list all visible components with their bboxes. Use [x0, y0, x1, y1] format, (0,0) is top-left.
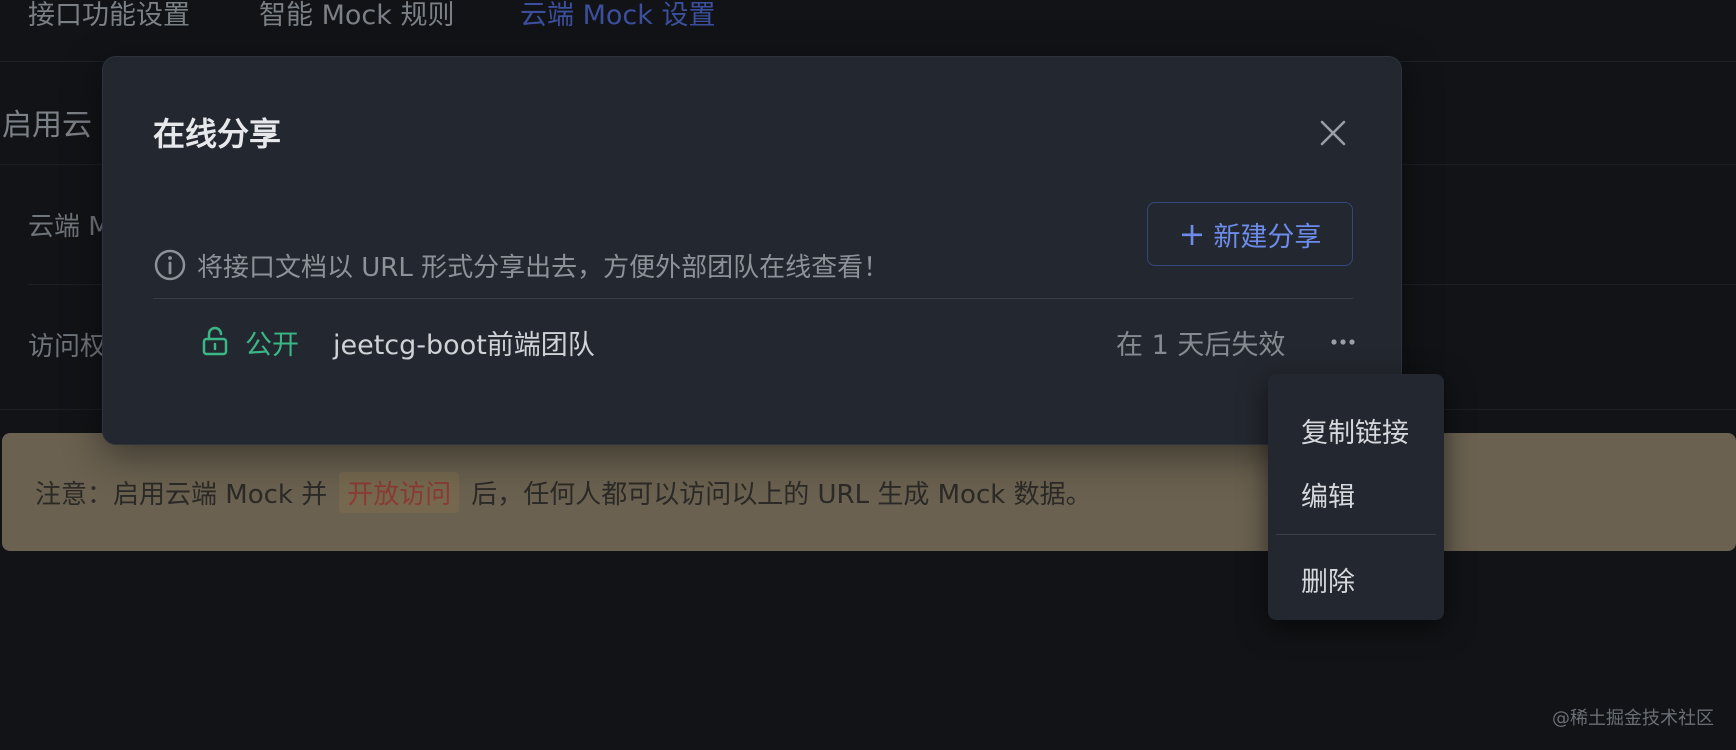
share-list-item: 公开 jeetcg-boot前端团队 在 1 天后失效 [153, 305, 1355, 377]
close-button[interactable] [1313, 113, 1353, 153]
notice-prefix: 注意：启用云端 Mock 并 [35, 479, 328, 510]
notice-suffix: 后，任何人都可以访问以上的 URL 生成 Mock 数据。 [471, 479, 1092, 510]
new-share-button[interactable]: + 新建分享 [1147, 202, 1353, 266]
more-actions-menu: 复制链接 编辑 删除 [1268, 374, 1444, 620]
notice-banner: 注意：启用云端 Mock 并 开放访问 后，任何人都可以访问以上的 URL 生成… [2, 433, 1736, 551]
menu-item-edit[interactable]: 编辑 [1268, 464, 1444, 524]
more-icon [1331, 339, 1355, 345]
section-heading: 启用云 [2, 108, 92, 143]
tab-cloud-mock-settings[interactable]: 云端 Mock 设置 [520, 0, 715, 32]
setting-label-cloud-mock: 云端 M [28, 212, 111, 242]
tab-bar: 接口功能设置 智能 Mock 规则 云端 Mock 设置 [0, 0, 1736, 62]
share-name: jeetcg-boot前端团队 [333, 330, 595, 361]
menu-item-delete[interactable]: 删除 [1268, 549, 1444, 609]
info-text: 将接口文档以 URL 形式分享出去，方便外部团队在线查看！ [197, 252, 890, 283]
menu-item-copy-link[interactable]: 复制链接 [1268, 400, 1444, 460]
setting-label-access: 访问权 [28, 332, 107, 362]
menu-divider [1276, 534, 1436, 535]
plus-icon: + [1178, 215, 1206, 253]
info-icon [153, 248, 187, 282]
tab-interface-settings[interactable]: 接口功能设置 [28, 0, 190, 32]
watermark: @稀土掘金技术社区 [1552, 708, 1714, 729]
tab-smart-mock-rules[interactable]: 智能 Mock 规则 [259, 0, 454, 32]
notice-highlight: 开放访问 [339, 471, 460, 513]
modal-title: 在线分享 [153, 115, 282, 153]
unlock-icon [202, 326, 228, 356]
share-expiry: 在 1 天后失效 [1116, 330, 1286, 361]
modal-divider [153, 298, 1353, 299]
more-actions-button[interactable] [1325, 329, 1361, 355]
new-share-label: 新建分享 [1213, 221, 1322, 253]
share-modal: 在线分享 将接口文档以 URL 形式分享出去，方便外部团队在线查看！ + 新建分… [102, 56, 1402, 445]
page: 接口功能设置 智能 Mock 规则 云端 Mock 设置 启用云 云端 M 访问… [0, 0, 1736, 750]
close-icon [1320, 120, 1346, 146]
info-row: 将接口文档以 URL 形式分享出去，方便外部团队在线查看！ [153, 235, 889, 295]
share-status: 公开 [245, 330, 299, 361]
